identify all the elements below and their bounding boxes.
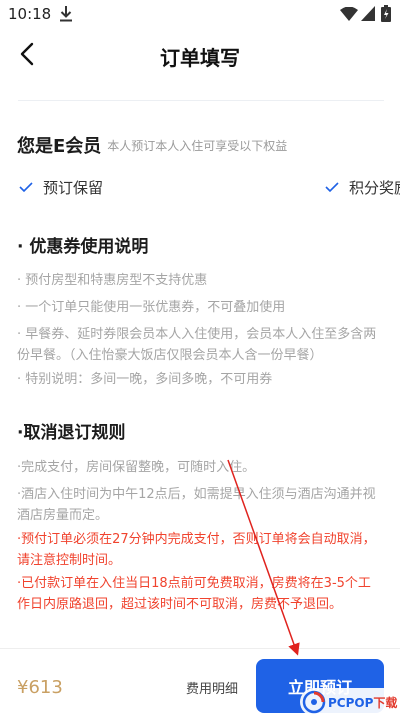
header-divider (18, 100, 384, 101)
member-description: 本人预订本人入住可享受以下权益 (107, 138, 288, 153)
member-title: 您是E会员 (17, 136, 102, 157)
coupon-rule: · 特别说明：多间一晚，多间多晚，不可用券 (17, 372, 273, 387)
coupon-rule: · 一个订单只能使用一张优惠券，不可叠加使用 (17, 300, 286, 315)
coupon-section-title: · 优惠券使用说明 (17, 237, 149, 257)
watermark-text: PCPOP下载 (328, 695, 398, 710)
benefit-label: 积分奖励 (349, 178, 400, 197)
member-info: 您是E会员 本人预订本人入住可享受以下权益 (17, 132, 387, 158)
cancel-rule: ·完成支付，房间保留整晚，可随时入住。 (17, 460, 256, 475)
coupon-rule: · 早餐券、延时券限会员本人入住使用，会员本人入住至多含两份早餐。（入住怡豪大饭… (17, 327, 377, 363)
signal-icon (361, 6, 375, 21)
coupon-rule: · 预付房型和特惠房型不支持优惠 (17, 273, 208, 288)
battery-icon (381, 5, 391, 22)
status-bar: 10:18 (0, 0, 400, 30)
check-icon (325, 182, 339, 193)
watermark-logo-icon (302, 690, 326, 714)
watermark: PCPOP下载 (300, 688, 400, 716)
benefit-booking-reserve: 预订保留 (19, 176, 103, 198)
cancel-section-title: ·取消退订规则 (17, 423, 126, 443)
benefit-label: 预订保留 (43, 178, 104, 197)
check-icon (19, 182, 33, 193)
cancel-warning: ·预付订单必须在27分钟内完成支付，否则订单将会自动取消，请注意控制时间。 (17, 532, 376, 568)
page-title: 订单填写 (160, 46, 240, 70)
status-time: 10:18 (8, 5, 52, 23)
download-icon (60, 6, 72, 22)
cancel-rule: ·酒店入住时间为中午12点后，如需提早入住须与酒店沟通并视酒店房量而定。 (17, 487, 376, 523)
nav-bar: 订单填写 (0, 30, 400, 80)
cancel-warning: ·已付款订单在入住当日18点前可免费取消，房费将在3-5个工作日内原路退回，超过… (17, 576, 371, 612)
benefit-points-reward: 积分奖励 (325, 176, 400, 198)
wifi-icon (340, 7, 358, 21)
total-price: ¥613 (17, 677, 63, 698)
fee-detail-link[interactable]: 费用明细 (186, 678, 238, 697)
